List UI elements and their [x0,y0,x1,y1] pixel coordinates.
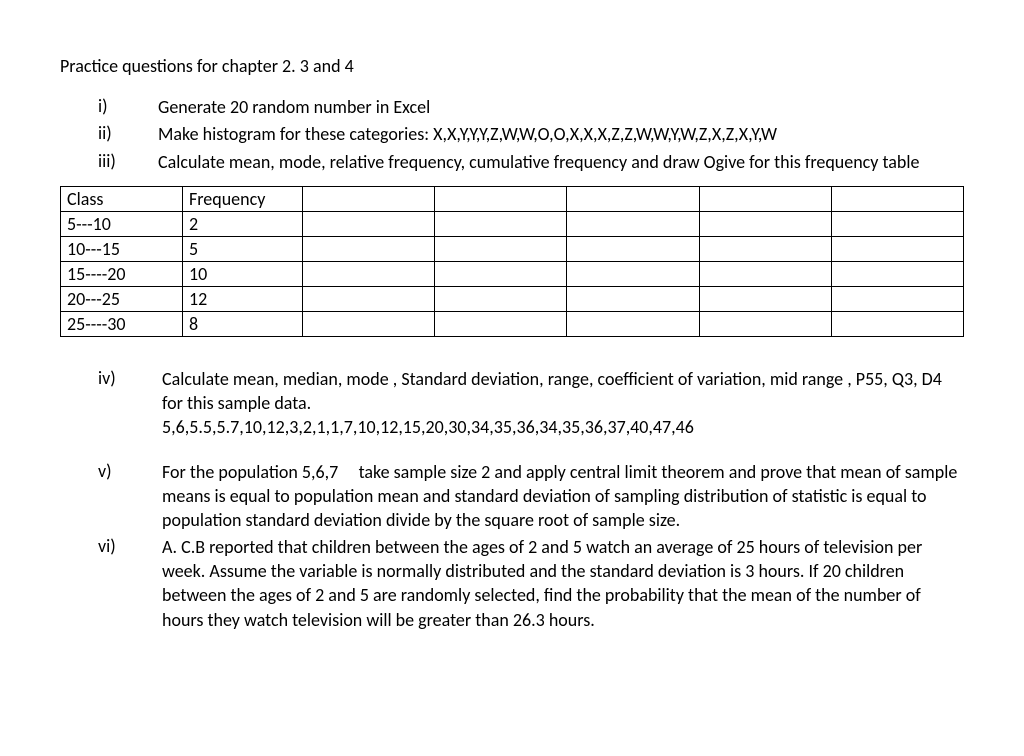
item-text-line: Calculate mean, median, mode , Standard … [162,368,942,414]
table-cell-empty [699,236,831,261]
table-cell-empty [699,211,831,236]
table-row: 20---25 12 [61,286,964,311]
table-row: Class Frequency [61,186,964,211]
item-label: ii) [98,122,158,146]
table-cell-empty [567,286,699,311]
table-row: 25----30 8 [61,311,964,336]
table-cell-empty [435,311,567,336]
page-title: Practice questions for chapter 2. 3 and … [60,55,964,77]
item-data-line: 5,6,5.5,5.7,10,12,3,2,1,1,7,10,12,15,20,… [162,416,694,438]
table-cell: 12 [183,286,303,311]
item-text: Calculate mean, mode, relative frequency… [158,150,964,174]
table-cell-empty [567,236,699,261]
table-cell: 20---25 [61,286,183,311]
item-label: iii) [98,150,158,174]
table-header-cell: Frequency [183,186,303,211]
table-cell-empty [435,261,567,286]
table-cell: 5---10 [61,211,183,236]
table-cell: 15----20 [61,261,183,286]
table-header-cell: Class [61,186,183,211]
table-row: 10---15 5 [61,236,964,261]
item-label: i) [98,95,158,119]
item-text: Calculate mean, median, mode , Standard … [162,367,964,440]
table-cell: 5 [183,236,303,261]
table-cell-empty [567,211,699,236]
list-item: i) Generate 20 random number in Excel [98,95,964,119]
item-label: vi) [98,535,162,632]
table-cell-empty [699,261,831,286]
table-cell: 8 [183,311,303,336]
table-cell-empty [435,236,567,261]
table-cell-empty [303,311,435,336]
list-item: iv) Calculate mean, median, mode , Stand… [98,367,964,440]
table-cell-empty [567,186,699,211]
list-item: ii) Make histogram for these categories:… [98,122,964,146]
table-row: 15----20 10 [61,261,964,286]
list-item: iii) Calculate mean, mode, relative freq… [98,150,964,174]
table-cell-empty [699,311,831,336]
table-cell-empty [303,286,435,311]
list-item: v) For the population 5,6,7 take sample … [98,460,964,533]
question-list-2: iv) Calculate mean, median, mode , Stand… [60,367,964,632]
item-text: Make histogram for these categories: X,X… [158,122,964,146]
table-cell-empty [831,311,963,336]
table-cell-empty [831,261,963,286]
table-cell: 25----30 [61,311,183,336]
table-cell-empty [699,186,831,211]
table-cell-empty [699,286,831,311]
table-cell: 2 [183,211,303,236]
table-cell-empty [435,211,567,236]
frequency-table: Class Frequency 5---10 2 10---15 5 [60,186,964,337]
table-cell-empty [831,186,963,211]
question-list-1: i) Generate 20 random number in Excel ii… [60,95,964,174]
table-cell: 10 [183,261,303,286]
table-cell-empty [303,186,435,211]
table-cell-empty [831,236,963,261]
item-label: v) [98,460,162,533]
table-cell-empty [567,261,699,286]
list-item: vi) A. C.B reported that children betwee… [98,535,964,632]
table-cell-empty [435,286,567,311]
table-cell-empty [303,261,435,286]
table-cell-empty [303,211,435,236]
table-cell-empty [567,311,699,336]
item-label: iv) [98,367,162,440]
table-cell: 10---15 [61,236,183,261]
table-cell-empty [303,236,435,261]
table-row: 5---10 2 [61,211,964,236]
table-cell-empty [435,186,567,211]
table-cell-empty [831,211,963,236]
table-cell-empty [831,286,963,311]
item-text: For the population 5,6,7 take sample siz… [162,460,964,533]
item-text: Generate 20 random number in Excel [158,95,964,119]
item-text: A. C.B reported that children between th… [162,535,964,632]
